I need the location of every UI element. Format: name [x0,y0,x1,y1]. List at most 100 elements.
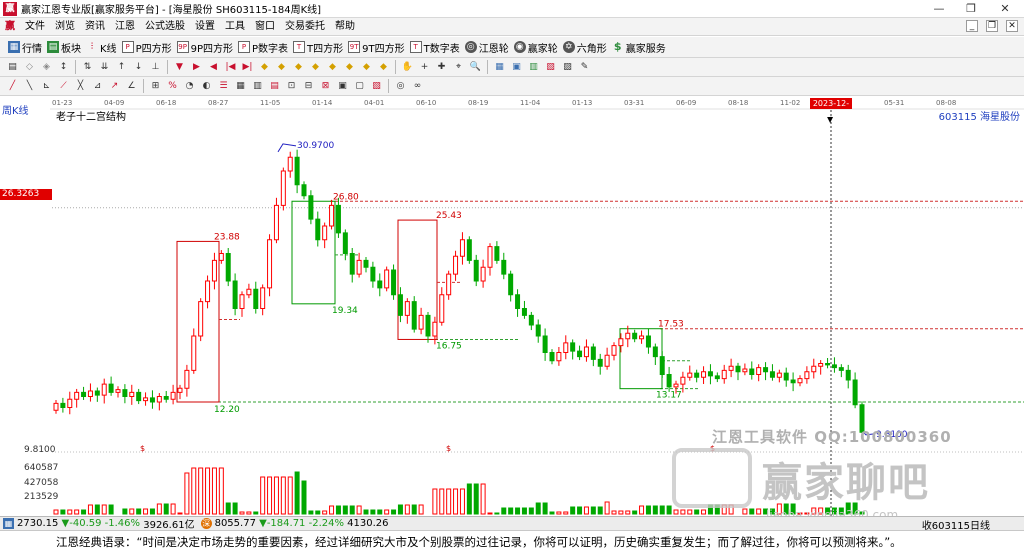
drawing-tool-icon[interactable]: ▧ [544,61,557,74]
drawing-tool-icon[interactable]: ↕ [57,61,70,74]
menu-file[interactable]: 文件 [20,19,50,35]
line-tool-icon[interactable]: ∠ [125,80,138,93]
quotes-button[interactable]: ▦ 行情 [6,38,45,56]
t-number-button[interactable]: T T数字表 [408,38,463,56]
line-tool-icon[interactable]: ▦ [234,80,247,93]
9p-square-button[interactable]: 9P 9P四方形 [175,38,236,56]
line-tool-icon[interactable]: ◔ [183,80,196,93]
shanghai-index-icon[interactable]: ▦ [3,518,14,529]
menu-trade[interactable]: 交易委托 [280,19,330,35]
p-square-button[interactable]: P P四方形 [120,38,175,56]
line-tool-icon[interactable]: ⊾ [40,80,53,93]
drawing-tool-icon[interactable]: ↓ [132,61,145,74]
candle-body [645,335,651,348]
winner-wheel-button[interactable]: ◉ 赢家轮 [512,38,561,56]
drawing-tool-icon[interactable]: ▶ [190,61,203,74]
drawing-tool-icon[interactable]: + [418,61,431,74]
volume-bar [446,488,452,515]
period-label: 周K线 [2,106,29,117]
menu-tools[interactable]: 工具 [220,19,250,35]
line-tool-icon[interactable]: ☰ [217,80,230,93]
line-tool-icon[interactable]: % [166,80,179,93]
shenzhen-index-icon[interactable]: 深 [200,518,212,529]
hexagon-button[interactable]: ✡ 六角形 [561,38,610,56]
line-tool-icon[interactable]: ╲ [23,80,36,93]
line-tool-icon[interactable]: ▧ [370,80,383,93]
drawing-tool-icon[interactable]: ◆ [343,61,356,74]
line-tool-icon[interactable]: ⊠ [319,80,332,93]
line-tool-icon[interactable]: ⊞ [149,80,162,93]
sector-button[interactable]: ▤ 板块 [45,38,84,56]
mdi-restore-button[interactable]: ❐ [986,20,998,32]
menu-logo-icon[interactable]: 赢 [2,20,18,34]
p-number-button[interactable]: P P数字表 [236,38,291,56]
drawing-tool-icon[interactable]: ◆ [292,61,305,74]
drawing-tool-icon[interactable]: ◀ [207,61,220,74]
drawing-tool-icon[interactable]: ◆ [258,61,271,74]
drawing-tool-icon[interactable]: ◇ [23,61,36,74]
candle-body [804,371,810,380]
service-button[interactable]: $ 赢家服务 [610,38,669,56]
drawing-tool-icon[interactable]: ▣ [510,61,523,74]
drawing-tool-icon[interactable]: ▶| [241,61,254,74]
drawing-tool-icon[interactable]: ⌖ [452,61,465,74]
menu-gann[interactable]: 江恩 [110,19,140,35]
chart-panel[interactable]: 01-23 04-09 06-18 08-27 11-05 01-14 04-01 06-10… [0,96,1024,522]
drawing-tool-icon[interactable]: ✎ [578,61,591,74]
drawing-tool-icon[interactable]: ✋ [401,61,414,74]
volume-bar [308,510,314,515]
dollar-icon: $ [613,40,622,53]
line-tool-icon[interactable]: ⟋ [57,80,70,93]
candle-body [60,402,66,408]
mdi-minimize-button[interactable]: _ [966,20,978,32]
menu-browse[interactable]: 浏览 [50,19,80,35]
volume-bar [205,467,211,515]
t-square-button[interactable]: T T四方形 [291,38,346,56]
line-tool-icon[interactable]: ⊿ [91,80,104,93]
drawing-tool-icon[interactable]: ◆ [309,61,322,74]
drawing-tool-icon[interactable]: 🔍 [469,61,482,74]
line-tool-icon[interactable]: ⊟ [302,80,315,93]
drawing-tool-icon[interactable]: ⊥ [149,61,162,74]
line-tool-icon[interactable]: ╳ [74,80,87,93]
line-tool-icon[interactable]: ▥ [251,80,264,93]
line-tool-icon[interactable]: ◐ [200,80,213,93]
line-tool-icon[interactable]: ▢ [353,80,366,93]
drawing-tool-icon[interactable]: ⇅ [81,61,94,74]
drawing-tool-icon[interactable]: |◀ [224,61,237,74]
line-tool-icon[interactable]: ∞ [411,80,424,93]
close-button[interactable]: ✕ [988,0,1022,18]
mdi-close-button[interactable]: ✕ [1006,20,1018,32]
drawing-tool-icon[interactable]: ▥ [527,61,540,74]
line-tool-icon[interactable]: ▣ [336,80,349,93]
minimize-button[interactable]: — [922,0,956,18]
line-tool-icon[interactable]: ⊡ [285,80,298,93]
drawing-tool-icon[interactable]: ▼ [173,61,186,74]
gann-wheel-button[interactable]: ◎ 江恩轮 [463,38,512,56]
drawing-tool-icon[interactable]: ◈ [40,61,53,74]
drawing-tool-icon[interactable]: ◆ [360,61,373,74]
line-tool-icon[interactable]: ╱ [6,80,19,93]
drawing-tool-icon[interactable]: ◆ [377,61,390,74]
restore-button[interactable]: ❐ [954,0,988,18]
drawing-tool-icon[interactable]: ◆ [326,61,339,74]
kline-button[interactable]: ⫶ K线 [84,38,120,56]
volume-bar [597,506,603,515]
drawing-tool-icon[interactable]: ▨ [561,61,574,74]
line-tool-icon[interactable]: ◎ [394,80,407,93]
drawing-tool-icon[interactable]: ↑ [115,61,128,74]
menu-news[interactable]: 资讯 [80,19,110,35]
drawing-tool-icon[interactable]: ✚ [435,61,448,74]
menu-formula[interactable]: 公式选股 [140,19,190,35]
9t-square-button[interactable]: 9T 9T四方形 [346,38,407,56]
drawing-tool-icon[interactable]: ▦ [493,61,506,74]
menu-settings[interactable]: 设置 [190,19,220,35]
drawing-tool-icon[interactable]: ▤ [6,61,19,74]
volume-bar [418,504,424,515]
menu-help[interactable]: 帮助 [330,19,360,35]
menu-window[interactable]: 窗口 [250,19,280,35]
drawing-tool-icon[interactable]: ◆ [275,61,288,74]
drawing-tool-icon[interactable]: ⇊ [98,61,111,74]
line-tool-icon[interactable]: ▤ [268,80,281,93]
line-tool-icon[interactable]: ↗ [108,80,121,93]
